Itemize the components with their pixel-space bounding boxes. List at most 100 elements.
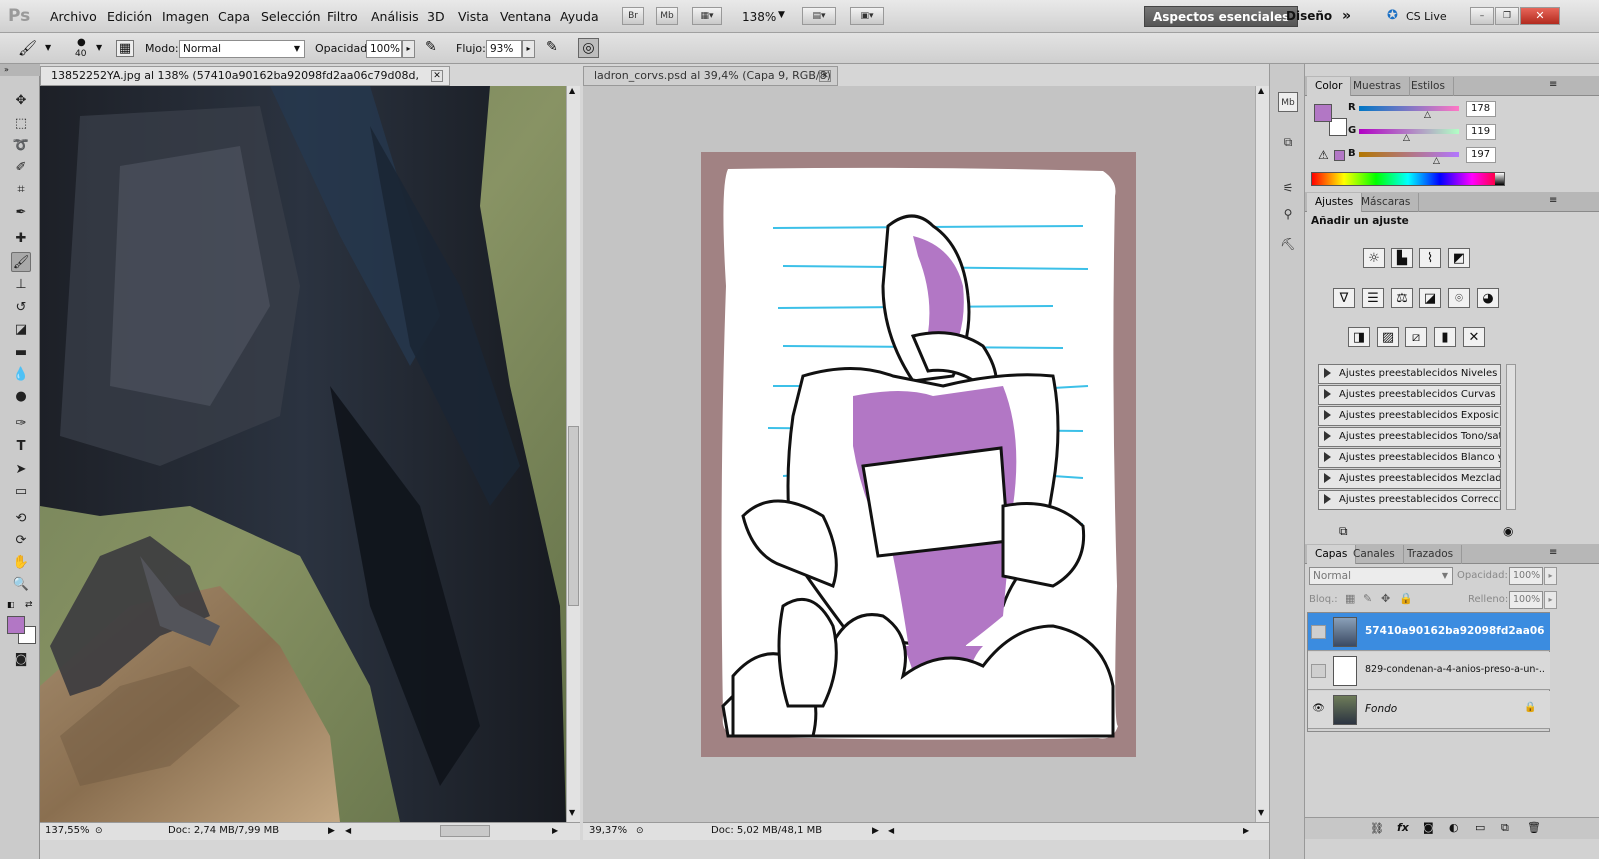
color-balance-adjust-icon[interactable]: ⚖ bbox=[1391, 288, 1413, 308]
posterize-adjust-icon[interactable]: ▨ bbox=[1377, 327, 1399, 347]
airbrush-icon[interactable]: ✎ bbox=[546, 39, 558, 55]
brush-dot-icon[interactable]: ● bbox=[77, 37, 86, 48]
lock-position-icon[interactable]: ✥ bbox=[1381, 592, 1390, 605]
fill-input[interactable]: 100% bbox=[1509, 591, 1543, 609]
tool-preset-chevron-icon[interactable]: ▼ bbox=[45, 43, 51, 52]
history-panel-icon[interactable]: ⧉ bbox=[1278, 132, 1298, 152]
menu-edicion[interactable]: Edición bbox=[107, 9, 152, 24]
visibility-toggle[interactable] bbox=[1311, 664, 1326, 678]
doc1-vertical-scrollbar[interactable]: ▲ ▼ bbox=[566, 86, 580, 822]
doc1-scroll-right-icon[interactable]: ▶ bbox=[552, 823, 558, 839]
layer-name[interactable]: 829-condenan-a-4-anios-preso-a-un-... bbox=[1365, 664, 1545, 675]
hue-sat-adjust-icon[interactable]: ☰ bbox=[1362, 288, 1384, 308]
quick-select-tool-icon[interactable]: ✐ bbox=[11, 158, 31, 178]
history-brush-tool-icon[interactable]: ↺ bbox=[11, 298, 31, 318]
doc2-scroll-up-icon[interactable]: ▲ bbox=[1258, 86, 1264, 95]
tool-presets-panel-icon[interactable]: ⛏ bbox=[1278, 234, 1298, 254]
delete-layer-icon[interactable]: 🗑 bbox=[1527, 821, 1541, 834]
visibility-toggle[interactable] bbox=[1311, 625, 1326, 639]
red-slider-handle-icon[interactable]: △ bbox=[1424, 110, 1431, 120]
doc1-status-menu-icon[interactable]: ▶ bbox=[328, 823, 335, 839]
preset-channel-mixer[interactable]: Ajustes preestablecidos Mezclador ... bbox=[1318, 469, 1501, 489]
toolbar-collapse-icon[interactable]: » bbox=[0, 64, 40, 76]
doc2-vertical-scrollbar[interactable]: ▲ ▼ bbox=[1255, 86, 1269, 822]
healing-brush-tool-icon[interactable]: ✚ bbox=[11, 229, 31, 249]
blue-slider-handle-icon[interactable]: △ bbox=[1433, 156, 1440, 166]
layers-panel-menu-icon[interactable]: ≡ bbox=[1549, 547, 1557, 558]
arrange-docs-button[interactable]: ▤▾ bbox=[802, 7, 836, 25]
dodge-tool-icon[interactable]: ● bbox=[11, 387, 31, 407]
menu-archivo[interactable]: Archivo bbox=[50, 9, 97, 24]
close-button[interactable]: ✕ bbox=[1520, 7, 1560, 25]
layer-name[interactable]: Fondo bbox=[1365, 703, 1545, 715]
selective-color-adjust-icon[interactable]: ✕ bbox=[1463, 327, 1485, 347]
doc2-close-icon[interactable]: ✕ bbox=[819, 70, 831, 82]
lock-pixels-icon[interactable]: ✎ bbox=[1363, 592, 1372, 605]
tab-paths[interactable]: Trazados bbox=[1399, 545, 1463, 564]
red-value[interactable]: 178 bbox=[1466, 101, 1496, 117]
preset-bw[interactable]: Ajustes preestablecidos Blanco y ne... bbox=[1318, 448, 1501, 468]
green-value[interactable]: 119 bbox=[1466, 124, 1496, 140]
gradient-map-adjust-icon[interactable]: ▮ bbox=[1434, 327, 1456, 347]
pen-tool-icon[interactable]: ✑ bbox=[11, 414, 31, 434]
menu-capa[interactable]: Capa bbox=[218, 9, 250, 24]
new-adjustment-icon[interactable]: ◐ bbox=[1449, 821, 1459, 834]
curves-adjust-icon[interactable]: ⌇ bbox=[1419, 248, 1441, 268]
lasso-tool-icon[interactable]: ➰ bbox=[11, 136, 31, 156]
doc2-scroll-right-icon[interactable]: ▶ bbox=[1243, 823, 1249, 839]
eraser-tool-icon[interactable]: ◪ bbox=[11, 320, 31, 340]
fill-slider-button[interactable]: ▸ bbox=[1544, 591, 1557, 609]
vibrance-adjust-icon[interactable]: ∇ bbox=[1333, 288, 1355, 308]
layer-row[interactable]: 829-condenan-a-4-anios-preso-a-un-... bbox=[1308, 652, 1550, 690]
doc1-hscroll-thumb[interactable] bbox=[440, 825, 490, 837]
doc2-tab[interactable]: ladron_corvs.psd al 39,4% (Capa 9, RGB/8… bbox=[583, 66, 838, 100]
crop-tool-icon[interactable]: ⌗ bbox=[11, 180, 31, 200]
menu-ayuda[interactable]: Ayuda bbox=[560, 9, 599, 24]
mode-select[interactable]: Normal ▼ bbox=[179, 40, 305, 58]
eyedropper-tool-icon[interactable]: ✒ bbox=[11, 203, 31, 223]
workspace-design[interactable]: Diseño bbox=[1278, 6, 1340, 27]
doc1-scroll-thumb[interactable] bbox=[568, 426, 579, 606]
minibridge-button[interactable]: Mb bbox=[656, 7, 678, 25]
layer-opacity-input[interactable]: 100% bbox=[1509, 567, 1543, 585]
pressure-opacity-icon[interactable]: ✎ bbox=[425, 39, 437, 55]
doc1-scroll-up-icon[interactable]: ▲ bbox=[569, 86, 575, 95]
doc1-zoom[interactable]: 137,55% bbox=[45, 823, 90, 839]
channel-mixer-adjust-icon[interactable]: ◕ bbox=[1477, 288, 1499, 308]
invert-adjust-icon[interactable]: ◨ bbox=[1348, 327, 1370, 347]
more-workspaces-icon[interactable]: » bbox=[1342, 8, 1351, 24]
3d-rotate-tool-icon[interactable]: ⟲ bbox=[11, 509, 31, 529]
clip-to-layer-icon[interactable]: ⧉ bbox=[1339, 524, 1348, 539]
opacity-input[interactable]: 100% bbox=[366, 40, 402, 58]
doc2-zoom[interactable]: 39,37% bbox=[589, 823, 627, 839]
doc1-scroll-left-icon[interactable]: ◀ bbox=[345, 823, 351, 839]
flow-slider-button[interactable]: ▸ bbox=[522, 40, 535, 58]
brush-tool-preset-icon[interactable]: 🖌 bbox=[18, 39, 37, 57]
layer-row[interactable]: 57410a90162ba92098fd2aa06... bbox=[1308, 613, 1550, 651]
opacity-slider-button[interactable]: ▸ bbox=[402, 40, 415, 58]
color-fg-swatch[interactable] bbox=[1314, 104, 1332, 122]
default-colors-icon[interactable]: ◧ bbox=[7, 600, 15, 609]
zoom-level[interactable]: 138% bbox=[742, 10, 776, 24]
red-slider[interactable] bbox=[1359, 106, 1459, 111]
tab-styles[interactable]: Estilos bbox=[1403, 77, 1454, 96]
restore-button[interactable]: ❐ bbox=[1495, 7, 1519, 25]
lock-all-icon[interactable]: 🔒 bbox=[1399, 592, 1413, 605]
foreground-color-swatch[interactable] bbox=[7, 616, 25, 634]
gradient-tool-icon[interactable]: ▬ bbox=[11, 343, 31, 363]
doc2-status-menu-icon[interactable]: ▶ bbox=[872, 823, 879, 839]
3d-orbit-tool-icon[interactable]: ⟳ bbox=[11, 531, 31, 551]
layer-opacity-slider-button[interactable]: ▸ bbox=[1544, 567, 1557, 585]
doc2-scroll-down-icon[interactable]: ▼ bbox=[1258, 808, 1264, 817]
new-group-icon[interactable]: ▭ bbox=[1475, 821, 1485, 834]
preset-correction[interactable]: Ajustes preestablecidos Corrección ... bbox=[1318, 490, 1501, 510]
brush-presets-panel-icon[interactable]: ⚟ bbox=[1278, 178, 1298, 198]
lock-transparency-icon[interactable]: ▦ bbox=[1345, 592, 1355, 605]
gamut-warning-icon[interactable]: ⚠ bbox=[1318, 148, 1329, 162]
swap-colors-icon[interactable]: ⇄ bbox=[25, 600, 33, 610]
presets-scrollbar[interactable] bbox=[1506, 364, 1516, 510]
color-panel-menu-icon[interactable]: ≡ bbox=[1549, 79, 1557, 90]
layer-style-icon[interactable]: fx bbox=[1397, 821, 1409, 834]
minibridge-panel-icon[interactable]: Mb bbox=[1278, 92, 1298, 112]
pressure-size-icon[interactable]: ◎ bbox=[578, 38, 599, 58]
